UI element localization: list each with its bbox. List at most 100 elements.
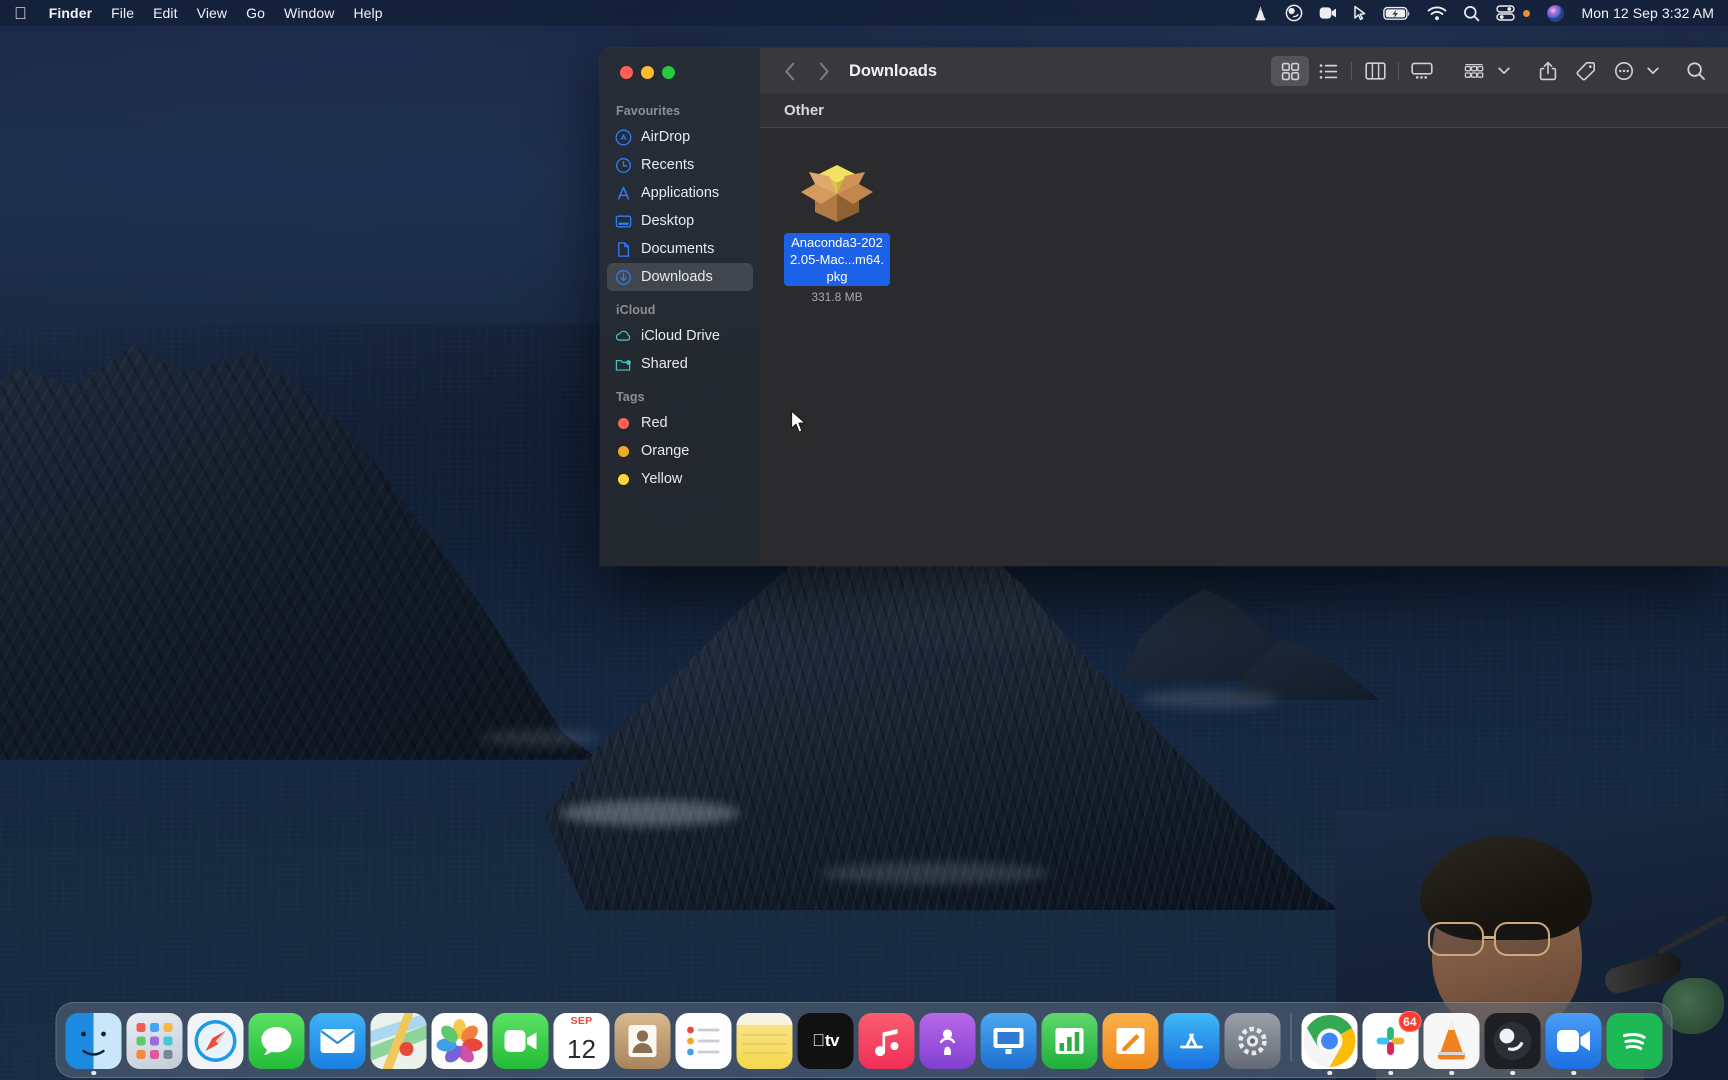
launchpad-icon xyxy=(126,1013,183,1069)
zoom-icon[interactable] xyxy=(1319,6,1337,20)
sidebar-item-documents[interactable]: Documents xyxy=(607,235,753,263)
dock-item-music[interactable] xyxy=(858,1013,915,1069)
menu-item-edit[interactable]: Edit xyxy=(153,5,178,21)
dock-item-calendar[interactable]: SEP 12 xyxy=(553,1013,610,1069)
dock-item-pages[interactable] xyxy=(1102,1013,1159,1069)
file-item[interactable]: Anaconda3-2022.05-Mac...m64.pkg 331.8 MB xyxy=(784,152,890,304)
menu-item-file[interactable]: File xyxy=(111,5,134,21)
clock-icon xyxy=(615,157,632,174)
group-header-label: Other xyxy=(784,102,825,119)
menu-item-go[interactable]: Go xyxy=(246,5,265,21)
webcam-glasses-right xyxy=(1494,922,1550,956)
menu-bar-clock[interactable]: Mon 12 Sep 3:32 AM xyxy=(1581,5,1714,21)
calendar-month: SEP xyxy=(553,1013,610,1028)
sidebar-item-airdrop[interactable]: AirDrop xyxy=(607,123,753,151)
sidebar-item-downloads[interactable]: Downloads xyxy=(607,263,753,291)
dock-divider xyxy=(1290,1013,1292,1061)
dock-item-appstore[interactable] xyxy=(1163,1013,1220,1069)
zoom-button[interactable] xyxy=(662,66,675,79)
running-indicator xyxy=(1388,1070,1393,1075)
dock-item-safari[interactable] xyxy=(187,1013,244,1069)
finder-icon xyxy=(65,1013,122,1069)
finder-sidebar: Favourites AirDrop Recents Applications … xyxy=(600,48,760,566)
dock-item-launchpad[interactable] xyxy=(126,1013,183,1069)
share-button[interactable] xyxy=(1529,56,1567,86)
menu-item-window[interactable]: Window xyxy=(284,5,334,21)
menu-item-help[interactable]: Help xyxy=(353,5,382,21)
battery-charging-icon[interactable] xyxy=(1383,6,1411,21)
menu-item-view[interactable]: View xyxy=(197,5,228,21)
file-grid-area[interactable]: Anaconda3-2022.05-Mac...m64.pkg 331.8 MB xyxy=(760,128,1728,566)
window-traffic-lights xyxy=(620,66,675,79)
desktop-icon xyxy=(615,213,632,230)
sidebar-item-desktop[interactable]: Desktop xyxy=(607,207,753,235)
finder-window[interactable]: Favourites AirDrop Recents Applications … xyxy=(600,48,1728,566)
search-button[interactable] xyxy=(1677,56,1715,86)
sidebar-item-shared[interactable]: Shared xyxy=(607,350,753,378)
sidebar-section-favourites-header: Favourites xyxy=(616,104,681,118)
list-view-button[interactable] xyxy=(1309,56,1347,86)
spotlight-search-icon[interactable] xyxy=(1463,5,1480,22)
dock-item-mail[interactable] xyxy=(309,1013,366,1069)
sidebar-item-tag-yellow[interactable]: Yellow xyxy=(607,465,753,493)
dock-item-numbers[interactable] xyxy=(1041,1013,1098,1069)
minimize-button[interactable] xyxy=(641,66,654,79)
dock-item-spotify[interactable] xyxy=(1606,1013,1663,1069)
finder-window-title: Downloads xyxy=(849,61,938,80)
dock-item-obs[interactable] xyxy=(1484,1013,1541,1075)
dock-item-appletv[interactable]: tv xyxy=(797,1013,854,1069)
dock-item-system-preferences[interactable] xyxy=(1224,1013,1281,1069)
wallpaper-foam xyxy=(820,862,1050,884)
dock-item-finder[interactable] xyxy=(65,1013,122,1075)
dock-item-notes[interactable] xyxy=(736,1013,793,1069)
menu-item-finder[interactable]: Finder xyxy=(49,5,92,21)
package-installer-icon xyxy=(795,152,879,226)
gallery-view-button[interactable] xyxy=(1403,56,1441,86)
wallpaper-foam xyxy=(480,730,600,746)
sidebar-item-applications[interactable]: Applications xyxy=(607,179,753,207)
chevron-down-icon[interactable] xyxy=(1643,56,1663,86)
sidebar-item-icloud-drive[interactable]: iCloud Drive xyxy=(607,322,753,350)
dock-item-facetime[interactable] xyxy=(492,1013,549,1069)
dock-item-reminders[interactable] xyxy=(675,1013,732,1069)
siri-icon[interactable] xyxy=(1546,4,1565,23)
sidebar-item-recents[interactable]: Recents xyxy=(607,151,753,179)
dock-item-contacts[interactable] xyxy=(614,1013,671,1069)
shared-folder-icon xyxy=(615,356,632,373)
dock-item-podcasts[interactable] xyxy=(919,1013,976,1069)
dock-item-maps[interactable] xyxy=(370,1013,427,1069)
file-name-label: Anaconda3-2022.05-Mac...m64.pkg xyxy=(784,233,890,286)
dock-item-zoom[interactable] xyxy=(1545,1013,1602,1075)
photos-icon xyxy=(431,1013,488,1069)
dock: SEP 12 tv xyxy=(55,1002,1673,1078)
column-view-button[interactable] xyxy=(1356,56,1394,86)
chevron-down-icon[interactable] xyxy=(1493,56,1515,86)
dock-item-photos[interactable] xyxy=(431,1013,488,1069)
more-actions-button[interactable] xyxy=(1605,56,1643,86)
apple-logo-icon[interactable]:  xyxy=(14,5,27,22)
back-button[interactable] xyxy=(773,56,807,86)
obs-icon[interactable] xyxy=(1285,4,1303,22)
dock-item-vlc[interactable] xyxy=(1423,1013,1480,1075)
forward-button[interactable] xyxy=(807,56,841,86)
sidebar-item-tag-red[interactable]: Red xyxy=(607,409,753,437)
dock-item-slack[interactable]: 64 xyxy=(1362,1011,1422,1075)
dock-item-keynote[interactable] xyxy=(980,1013,1037,1069)
control-center-icon[interactable] xyxy=(1496,5,1516,21)
dock-item-chrome[interactable] xyxy=(1301,1013,1358,1075)
sidebar-item-tag-orange[interactable]: Orange xyxy=(607,437,753,465)
vlc-cone-icon[interactable] xyxy=(1252,5,1269,22)
group-by-button[interactable] xyxy=(1455,56,1493,86)
spotify-icon xyxy=(1606,1013,1663,1069)
slack-badge: 64 xyxy=(1398,1011,1422,1032)
close-button[interactable] xyxy=(620,66,633,79)
icon-view-button[interactable] xyxy=(1271,56,1309,86)
download-icon xyxy=(615,269,632,286)
wifi-icon[interactable] xyxy=(1427,6,1447,21)
cursor-arrow-icon[interactable] xyxy=(1353,5,1367,21)
zoom-app-icon xyxy=(1545,1013,1602,1069)
numbers-icon xyxy=(1041,1013,1098,1069)
tag-button[interactable] xyxy=(1567,56,1605,86)
calendar-day: 12 xyxy=(567,1033,596,1064)
dock-item-messages[interactable] xyxy=(248,1013,305,1069)
